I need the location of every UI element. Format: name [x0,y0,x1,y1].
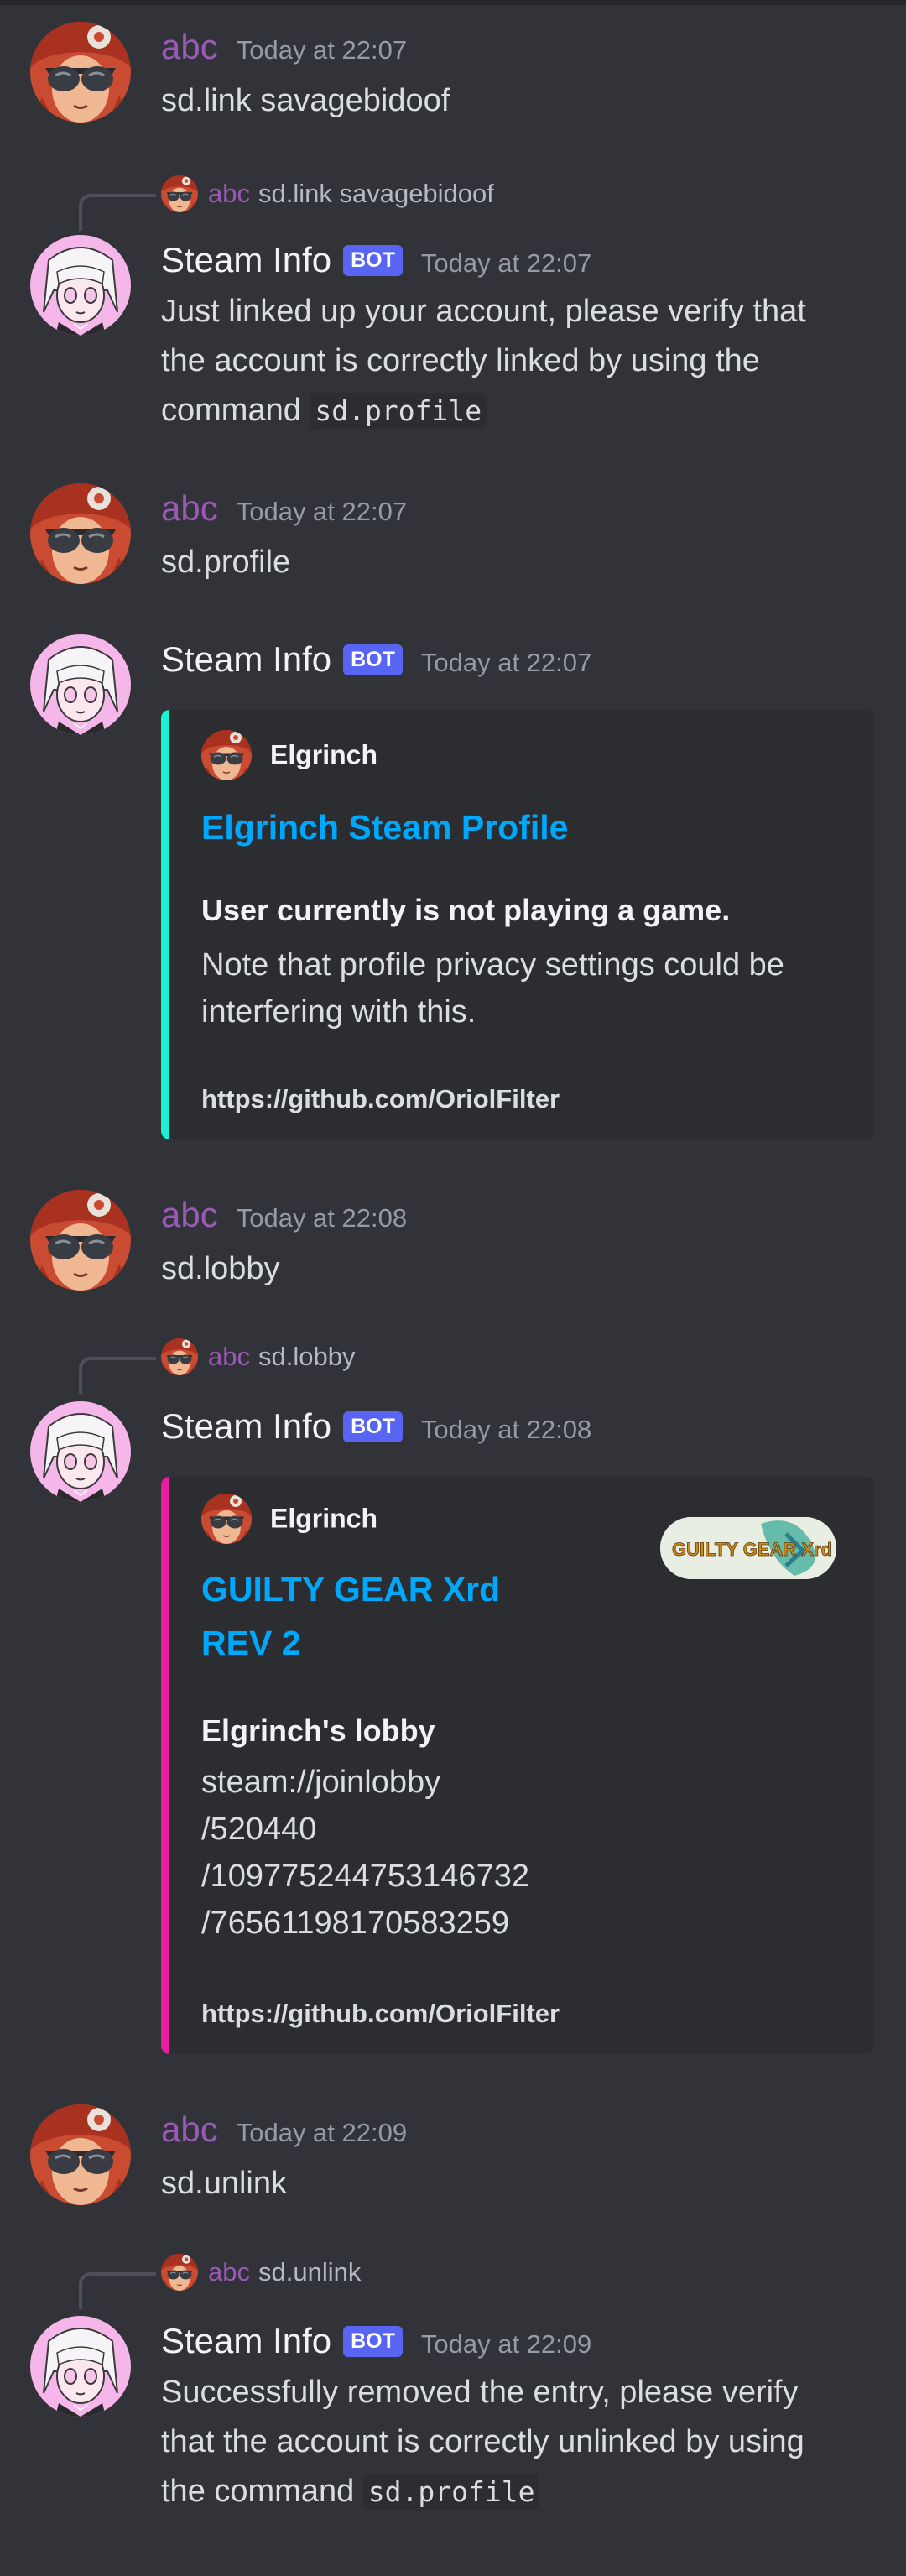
bot-avatar[interactable] [30,1401,131,1502]
reply-avatar [161,2254,198,2291]
reply-text: sd.lobby [258,1342,356,1371]
reply-text: sd.link savagebidoof [258,179,494,208]
bot-avatar[interactable] [30,235,131,336]
embed-accent-bar [161,710,169,1139]
timestamp: Today at 22:09 [236,2118,408,2147]
message-content: sd.unlink [161,2166,287,2201]
embed-field-value: steam://joinlobby /520440 /1097752447531… [201,1765,529,1941]
message-content: Successfully removed the entry, please v… [161,2368,874,2516]
author-name[interactable]: abc [161,488,218,528]
reply-spine [79,194,156,231]
timestamp: Today at 22:08 [420,1415,592,1444]
content-line: command [161,393,310,428]
reply-spine [79,2272,156,2309]
bot-badge: BOT [343,245,403,276]
bot-avatar[interactable] [30,2316,131,2417]
profile-embed: Elgrinch Elgrinch Steam Profile User cur… [161,710,874,1139]
author-name[interactable]: Steam Info [161,240,331,279]
timestamp: Today at 22:07 [236,35,408,65]
message-header: Steam Info BOT Today at 22:09 [161,2321,591,2362]
reply-preview[interactable]: abc sd.lobby [161,1338,355,1375]
embed-author-avatar [201,730,252,780]
reply-preview[interactable]: abc sd.link savagebidoof [161,175,494,212]
message-content: sd.link savagebidoof [161,83,450,118]
message-header: abc Today at 22:08 [161,1195,407,1235]
inline-code: sd.profile [310,393,487,429]
embed-field-name: Elgrinch's lobby [201,1713,435,1748]
reply-spine [79,1357,156,1394]
reply-avatar [161,175,198,212]
content-line: Successfully removed the entry, please v… [161,2375,799,2410]
author-name[interactable]: Steam Info [161,639,331,679]
embed-title-link[interactable]: Elgrinch Steam Profile [201,800,568,854]
thumbnail-label: GUILTY GEAR Xrd [672,1539,832,1560]
author-name[interactable]: Steam Info [161,2321,331,2360]
content-line: that the account is correctly unlinked b… [161,2424,804,2459]
embed-field-name: User currently is not playing a game. [201,893,731,927]
author-name[interactable]: abc [161,27,218,66]
message-header: abc Today at 22:07 [161,27,407,67]
embed-field-value: Note that profile privacy settings could… [201,947,784,1030]
reply-author: abc [208,2257,250,2287]
bot-badge: BOT [343,2326,403,2357]
reply-preview[interactable]: abc sd.unlink [161,2254,361,2291]
message-content: sd.lobby [161,1251,280,1286]
message-content: Just linked up your account, please veri… [161,287,874,435]
reply-author: abc [208,179,250,208]
reply-text: sd.unlink [258,2257,362,2287]
message-header: abc Today at 22:07 [161,488,407,529]
bot-badge: BOT [343,644,403,675]
embed-footer: https://github.com/OriolFilter [201,1084,560,1113]
author-name[interactable]: Steam Info [161,1406,331,1446]
inline-code: sd.profile [362,2474,540,2510]
message-header: Steam Info BOT Today at 22:07 [161,639,591,681]
game-thumbnail[interactable]: GUILTY GEAR Xrd [660,1517,836,1579]
embed-author-avatar [201,1494,252,1544]
embed-author: Elgrinch [201,1494,378,1544]
bot-badge: BOT [343,1411,403,1442]
embed-title-link[interactable]: GUILTY GEAR Xrd REV 2 [201,1562,500,1670]
reply-avatar [161,1338,198,1375]
content-line: the account is correctly linked by using… [161,343,760,378]
message-header: abc Today at 22:09 [161,2109,407,2150]
user-avatar[interactable] [30,483,131,584]
message-content: sd.profile [161,545,291,580]
content-line: the command [161,2474,363,2509]
user-avatar[interactable] [30,2104,131,2205]
bot-avatar[interactable] [30,634,131,735]
timestamp: Today at 22:07 [420,248,592,278]
user-avatar[interactable] [30,1190,131,1291]
author-name[interactable]: abc [161,1195,218,1234]
content-line: Just linked up your account, please veri… [161,294,806,329]
timestamp: Today at 22:07 [236,497,408,526]
timestamp: Today at 22:07 [420,648,592,677]
user-avatar[interactable] [30,22,131,123]
lobby-embed: Elgrinch GUILTY GEAR Xrd GUILTY GEAR Xrd… [161,1477,874,2054]
embed-author-name: Elgrinch [270,1503,378,1534]
top-divider [0,0,906,5]
message-header: Steam Info BOT Today at 22:07 [161,240,591,281]
reply-author: abc [208,1342,250,1371]
embed-author: Elgrinch [201,730,378,780]
timestamp: Today at 22:08 [236,1203,408,1233]
embed-accent-bar [161,1477,169,2054]
embed-footer: https://github.com/OriolFilter [201,1999,560,2028]
author-name[interactable]: abc [161,2109,218,2149]
timestamp: Today at 22:09 [420,2329,592,2359]
embed-author-name: Elgrinch [270,739,378,770]
message-header: Steam Info BOT Today at 22:08 [161,1406,591,1447]
